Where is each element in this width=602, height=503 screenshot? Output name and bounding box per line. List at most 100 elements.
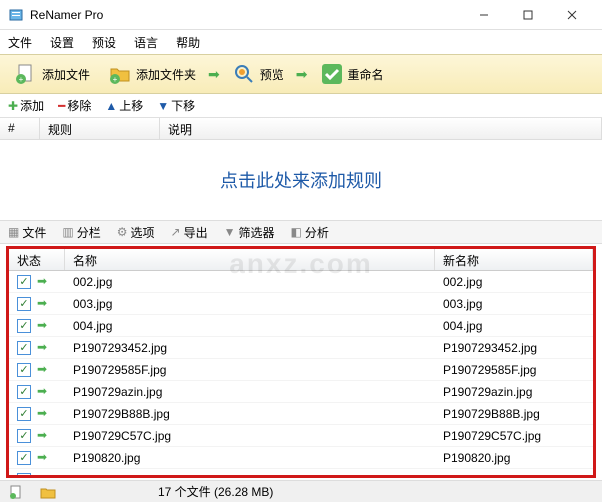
- file-col-state[interactable]: 状态: [9, 249, 65, 270]
- rule-down-button[interactable]: ▼下移: [157, 97, 195, 114]
- preview-button[interactable]: 预览: [226, 60, 290, 88]
- file-row[interactable]: ✓➡P190729B88B.jpgP190729B88B.jpg: [9, 403, 593, 425]
- add-file-icon: +: [14, 62, 38, 86]
- arrow-right-icon: ➡: [37, 296, 47, 310]
- file-list[interactable]: ✓➡002.jpg002.jpg✓➡003.jpg003.jpg✓➡004.jp…: [9, 271, 593, 475]
- arrow-right-icon: ➡: [37, 472, 47, 475]
- close-button[interactable]: [550, 1, 594, 29]
- file-row[interactable]: ✓➡002.jpg002.jpg: [9, 271, 593, 293]
- status-folder-icon[interactable]: [40, 484, 56, 500]
- menu-presets[interactable]: 预设: [92, 34, 116, 51]
- arrow-right-icon: ➡: [37, 406, 47, 420]
- rename-icon: [320, 62, 344, 86]
- arrow-right-icon: ➡: [37, 450, 47, 464]
- window-controls: [462, 1, 594, 29]
- file-row[interactable]: ✓➡003.jpg003.jpg: [9, 293, 593, 315]
- checkbox-icon[interactable]: ✓: [17, 363, 31, 377]
- file-row[interactable]: ✓➡P190729azin.jpgP190729azin.jpg: [9, 381, 593, 403]
- file-name: 003.jpg: [65, 297, 435, 311]
- file-name: P190729azin.jpg: [65, 385, 435, 399]
- file-name: P190820.jpg: [65, 451, 435, 465]
- rules-col-rule[interactable]: 规则: [40, 118, 160, 139]
- file-newname: P1907293452.jpg: [435, 341, 593, 355]
- file-row[interactable]: ✓➡P190826-08- jpgP190826-08- jpg: [9, 469, 593, 475]
- file-newname: P190729B88B.jpg: [435, 407, 593, 421]
- preview-icon: [232, 62, 256, 86]
- file-row[interactable]: ✓➡P190729585F.jpgP190729585F.jpg: [9, 359, 593, 381]
- file-col-newname[interactable]: 新名称: [435, 249, 593, 270]
- file-newname: P190826-08- jpg: [435, 473, 593, 476]
- rule-toolbar: ✚添加 ━移除 ▲上移 ▼下移: [0, 94, 602, 118]
- checkbox-icon[interactable]: ✓: [17, 407, 31, 421]
- file-name: 004.jpg: [65, 319, 435, 333]
- arrow-icon: ➡: [208, 66, 220, 83]
- checkbox-icon[interactable]: ✓: [17, 473, 31, 475]
- rules-col-desc[interactable]: 说明: [160, 118, 602, 139]
- checkbox-icon[interactable]: ✓: [17, 275, 31, 289]
- arrow-right-icon: ➡: [37, 318, 47, 332]
- status-file-icon[interactable]: [8, 484, 24, 500]
- file-newname: P190729azin.jpg: [435, 385, 593, 399]
- rename-button[interactable]: 重命名: [314, 60, 390, 88]
- file-row[interactable]: ✓➡P190729C57C.jpgP190729C57C.jpg: [9, 425, 593, 447]
- file-row[interactable]: ✓ ➡ P190820.jpgP190820.jpg: [9, 447, 593, 469]
- file-name: P1907293452.jpg: [65, 341, 435, 355]
- status-text: 17 个文件 (26.28 MB): [158, 483, 273, 500]
- file-pane: 状态 名称 新名称 ✓➡002.jpg002.jpg✓➡003.jpg003.j…: [6, 246, 596, 478]
- checkbox-icon[interactable]: ✓: [17, 319, 31, 333]
- arrow-icon: ➡: [296, 66, 308, 83]
- tab-icon: ▦: [8, 225, 19, 239]
- file-name: 002.jpg: [65, 275, 435, 289]
- up-icon: ▲: [105, 99, 117, 113]
- menu-file[interactable]: 文件: [8, 34, 32, 51]
- tab-options[interactable]: ⚙选项: [117, 224, 155, 241]
- arrow-right-icon: ➡: [37, 340, 47, 354]
- tab-columns[interactable]: ▥分栏: [62, 224, 100, 241]
- rules-col-num[interactable]: #: [0, 118, 40, 139]
- rules-header: # 规则 说明: [0, 118, 602, 140]
- status-bar: 17 个文件 (26.28 MB): [0, 480, 602, 502]
- rule-add-label: 添加: [20, 97, 44, 114]
- file-row[interactable]: ✓ ➡ P1907293452.jpgP1907293452.jpg: [9, 337, 593, 359]
- title-bar: ReNamer Pro: [0, 0, 602, 30]
- checkbox-icon[interactable]: ✓: [17, 385, 31, 399]
- rule-remove-button[interactable]: ━移除: [58, 97, 91, 114]
- menu-bar: 文件 设置 预设 语言 帮助: [0, 30, 602, 54]
- tab-filter[interactable]: ▼筛选器: [224, 224, 275, 241]
- file-header: 状态 名称 新名称: [9, 249, 593, 271]
- down-icon: ▼: [157, 99, 169, 113]
- maximize-button[interactable]: [506, 1, 550, 29]
- arrow-right-icon: ➡: [37, 274, 47, 288]
- file-newname: 004.jpg: [435, 319, 593, 333]
- rule-down-label: 下移: [171, 97, 195, 114]
- minimize-button[interactable]: [462, 1, 506, 29]
- file-newname: P190820.jpg: [435, 451, 593, 465]
- file-name: P190729585F.jpg: [65, 363, 435, 377]
- checkbox-icon[interactable]: ✓: [17, 341, 31, 355]
- file-col-name[interactable]: 名称: [65, 249, 435, 270]
- tab-files[interactable]: ▦文件: [8, 224, 46, 241]
- checkbox-icon[interactable]: ✓: [17, 429, 31, 443]
- mid-tabs: ▦文件 ▥分栏 ⚙选项 ↗导出 ▼筛选器 ◧分析: [0, 220, 602, 244]
- svg-text:+: +: [19, 75, 24, 84]
- rule-add-button[interactable]: ✚添加: [8, 97, 44, 114]
- menu-language[interactable]: 语言: [134, 34, 158, 51]
- rule-up-button[interactable]: ▲上移: [105, 97, 143, 114]
- tab-export[interactable]: ↗导出: [171, 224, 208, 241]
- rule-up-label: 上移: [119, 97, 143, 114]
- rules-empty-area[interactable]: 点击此处来添加规则: [0, 140, 602, 220]
- checkbox-icon[interactable]: ✓: [17, 451, 31, 465]
- add-folder-label: 添加文件夹: [136, 66, 196, 83]
- app-icon: [8, 7, 24, 23]
- add-files-button[interactable]: + 添加文件: [8, 60, 96, 88]
- file-row[interactable]: ✓ ➡ 004.jpg004.jpg: [9, 315, 593, 337]
- tab-analyze[interactable]: ◧分析: [290, 224, 328, 241]
- tab-icon: ▥: [62, 225, 73, 239]
- tab-icon: ⚙: [117, 225, 128, 239]
- tab-icon: ◧: [290, 225, 301, 239]
- checkbox-icon[interactable]: ✓: [17, 297, 31, 311]
- menu-settings[interactable]: 设置: [50, 34, 74, 51]
- menu-help[interactable]: 帮助: [176, 34, 200, 51]
- add-folder-button[interactable]: + 添加文件夹: [102, 60, 202, 88]
- minus-icon: ━: [58, 99, 65, 113]
